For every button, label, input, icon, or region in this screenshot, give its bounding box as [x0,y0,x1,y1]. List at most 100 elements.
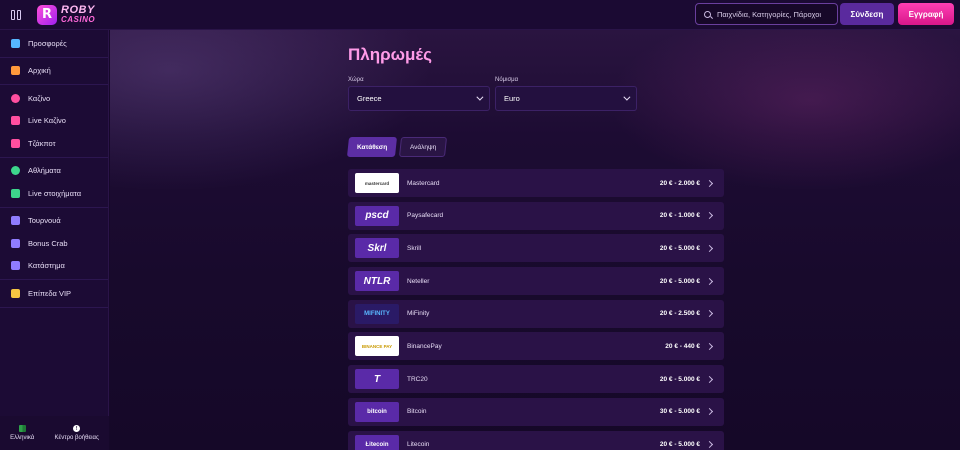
country-value: Greece [357,94,382,103]
chevron-down-icon [623,93,631,101]
payment-range: 20 € - 2.500 € [659,310,700,318]
chevron-right-icon [705,408,714,416]
main-content: Πληρωμές Χώρα Greece Νόμισμα Euro Κατάθε… [110,30,960,450]
sidebar-footer: Ελληνικά ! Κέντρο βοήθειας [0,416,109,450]
payment-name: Skrill [407,244,422,252]
sidebar-nav: Προσφορές Αρχική Καζίνο Live Καζίνο Τζάκποτ Α… [0,30,108,308]
language-label: Ελληνικά [10,435,35,441]
sidebar-item-label: Bonus Crab [28,238,68,248]
chip-icon [11,93,20,103]
payment-method-row[interactable]: bitcoin Bitcoin 30 € - 5.000 € [348,397,724,426]
search-icon [704,10,711,18]
chevron-right-icon [705,342,714,350]
sidebar-item-trophy[interactable]: Τουρνουά [0,210,108,233]
payment-method-row[interactable]: T TRC20 20 € - 5.000 € [348,365,724,394]
chevron-down-icon [476,93,484,101]
payment-range: 20 € - 1.000 € [659,212,700,220]
payment-name: Litecoin [407,441,430,448]
country-select[interactable]: Greece [348,86,490,111]
payment-range: 30 € - 5.000 € [659,408,700,416]
payment-name: Mastercard [407,179,440,187]
sidebar-toggle-icon[interactable] [11,9,23,20]
page-title: Πληρωμές [348,45,432,64]
sidebar-item-label: Τζάκποτ [28,138,56,148]
sidebar-item-microphone[interactable]: Live Καζίνο [0,110,108,133]
language-selector[interactable]: Ελληνικά [10,425,34,441]
sidebar-item-ticket[interactable]: Live στοιχήματα [0,182,108,205]
payment-logo: MIFINITY [355,303,399,324]
logo-text-line1: ROBY [61,3,95,16]
sidebar-item-label: Καζίνο [28,93,51,103]
sidebar-item-soccer-ball[interactable]: Αθλήματα [0,160,108,183]
sidebar-item-crown[interactable]: Επίπεδα VIP [0,282,108,305]
sidebar-item-cart[interactable]: Κατάστημα [0,255,108,278]
payment-range: 20 € - 5.000 € [659,375,700,383]
sidebar-item-label: Κατάστημα [28,261,65,271]
help-icon: ! [73,425,81,432]
brand-logo[interactable]: R ROBY CASINO [37,3,96,25]
currency-value: Euro [504,94,520,103]
cart-icon [11,261,20,271]
sidebar-item-label: Τουρνουά [28,216,61,226]
sidebar-item-chip[interactable]: Καζίνο [0,87,108,110]
sidebar-item-seven[interactable]: Τζάκποτ [0,132,108,155]
search-input[interactable] [717,9,835,19]
gift-icon [11,38,20,48]
currency-select[interactable]: Euro [495,86,637,111]
sidebar-item-crab[interactable]: Bonus Crab [0,232,108,255]
chevron-right-icon [705,277,714,285]
payment-logo: T [355,369,399,390]
payment-method-row[interactable]: Skrl Skrill 20 € - 5.000 € [348,234,724,263]
login-button[interactable]: Σύνδεση [840,3,894,25]
register-button[interactable]: Εγγραφή [898,3,954,25]
sidebar-item-label: Επίπεδα VIP [28,288,72,298]
payment-name: MiFinity [407,310,430,318]
payment-method-row[interactable]: mastercard Mastercard 20 € - 2.000 € [348,169,724,197]
sidebar-group: Αθλήματα Live στοιχήματα [0,158,108,208]
logo-text-line2: CASINO [61,14,96,24]
sidebar-item-home[interactable]: Αρχική [0,60,108,83]
tab-deposit[interactable]: Κατάθεση [346,137,398,157]
seven-icon [11,138,20,148]
crab-icon [11,238,20,248]
crown-icon [11,288,20,298]
payment-name: Bitcoin [407,408,427,416]
payment-logo: BINANCE PAY [355,336,399,357]
microphone-icon [11,116,20,126]
payment-logo: Skrl [355,238,399,259]
payment-method-row[interactable]: NTLR Neteller 20 € - 5.000 € [348,267,724,296]
sidebar-item-label: Live Καζίνο [28,116,66,126]
sidebar-group: Επίπεδα VIP [0,280,108,308]
search-box[interactable] [695,3,838,25]
payment-name: Neteller [407,277,430,285]
payment-logo: Łitecoin [355,434,399,450]
sidebar-item-label: Προσφορές [28,38,67,48]
soccer-ball-icon [11,166,20,176]
sidebar-group: Αρχική [0,58,108,85]
payment-method-row[interactable]: Łitecoin Litecoin 20 € - 5.000 € [348,430,724,450]
payment-name: BinancePay [407,342,442,350]
sidebar-item-label: Live στοιχήματα [28,188,82,198]
trophy-icon [11,216,20,226]
sidebar-item-gift[interactable]: Προσφορές [0,32,108,55]
chevron-right-icon [705,244,714,252]
country-label: Χώρα [348,77,364,83]
sidebar-group: Προσφορές [0,30,108,58]
help-center-link[interactable]: ! Κέντρο βοήθειας [55,425,99,441]
payment-logo: bitcoin [355,401,399,422]
payment-tabs: Κατάθεση Ανάληψη [346,137,448,157]
ticket-icon [11,188,20,198]
help-label: Κέντρο βοήθειας [54,435,99,441]
payment-method-row[interactable]: BINANCE PAY BinancePay 20 € - 440 € [348,332,724,361]
payment-name: TRC20 [407,375,428,383]
payment-method-row[interactable]: MIFINITY MiFinity 20 € - 2.500 € [348,299,724,328]
chevron-right-icon [705,212,714,220]
payment-range: 20 € - 440 € [665,342,700,350]
chevron-right-icon [705,375,714,383]
top-header: R ROBY CASINO Σύνδεση Εγγραφή [0,0,960,30]
chevron-right-icon [705,310,714,318]
payment-range: 20 € - 5.000 € [659,244,700,252]
tab-withdrawal[interactable]: Ανάληψη [399,137,448,157]
payment-method-row[interactable]: pscd Paysafecard 20 € - 1.000 € [348,201,724,230]
payment-logo: NTLR [355,271,399,292]
